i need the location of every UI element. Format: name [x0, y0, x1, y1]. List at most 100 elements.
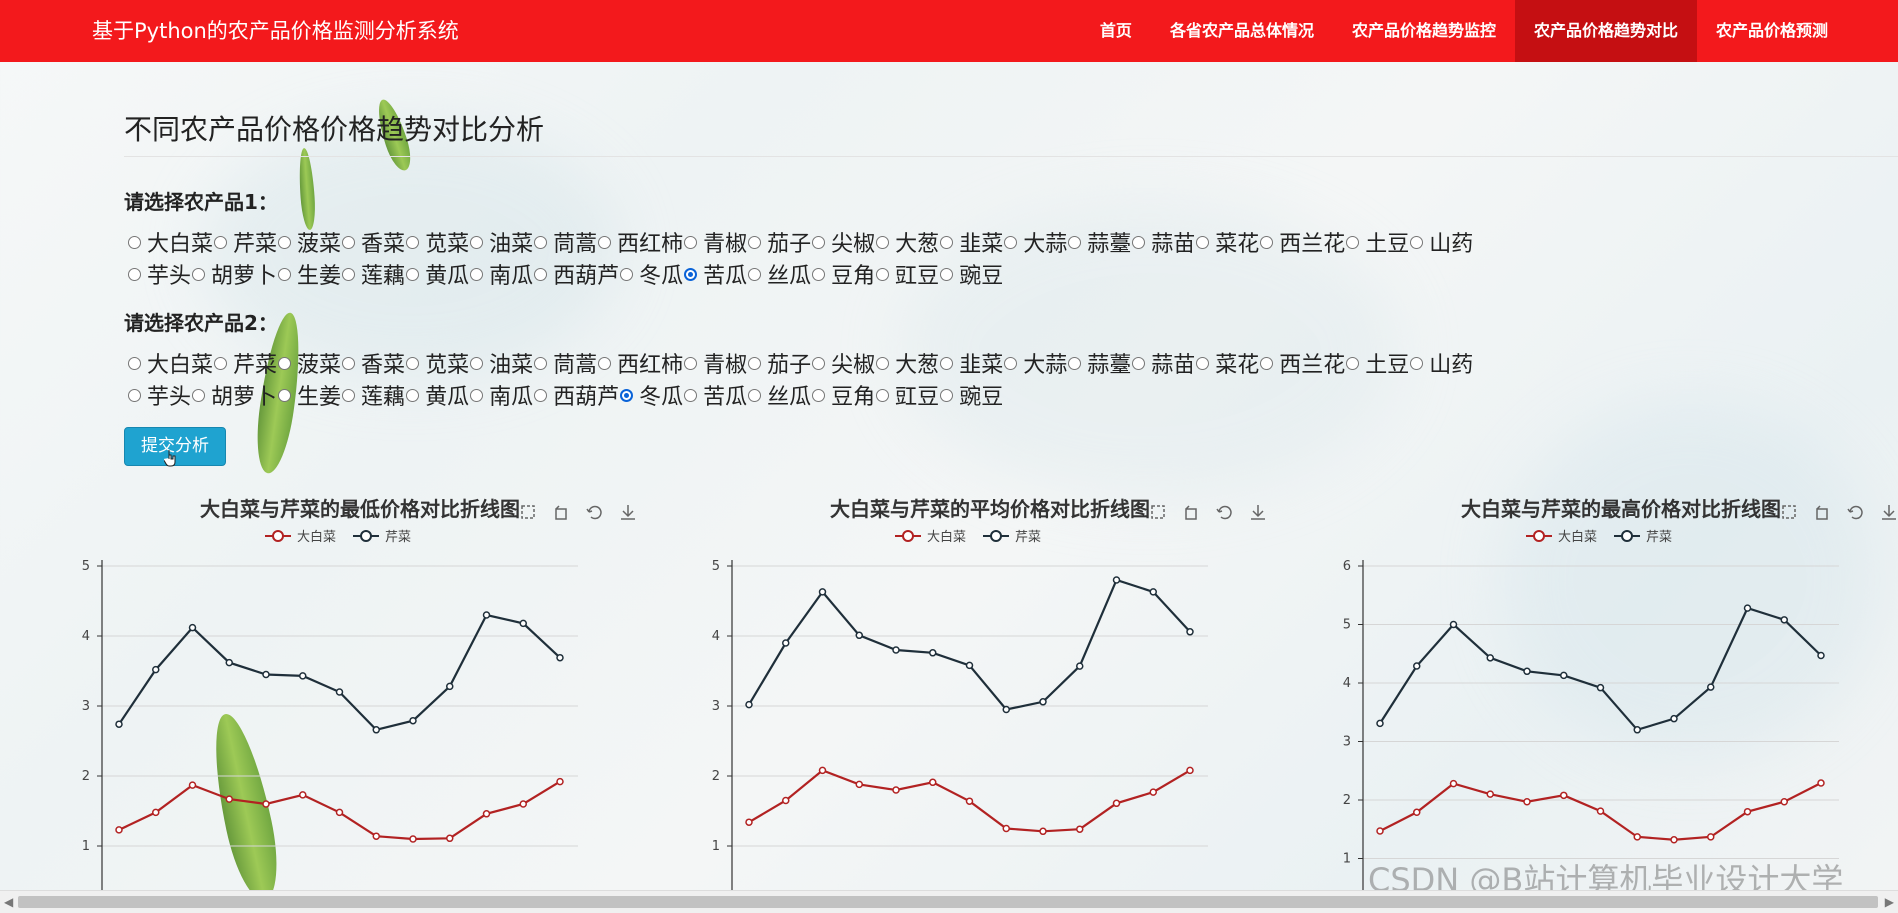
option-label[interactable]: 苦瓜 — [703, 379, 747, 411]
download-icon[interactable] — [1251, 505, 1265, 520]
nav-item-province-overview[interactable]: 各省农产品总体情况 — [1151, 0, 1333, 62]
data-point[interactable] — [929, 649, 937, 657]
radio-button[interactable] — [1132, 356, 1146, 370]
product1-option[interactable]: 大白菜 — [128, 226, 213, 258]
horizontal-scrollbar[interactable]: ◀ ▶ — [0, 890, 1898, 913]
option-label[interactable]: 油菜 — [489, 347, 533, 379]
product2-option[interactable]: 青椒 — [684, 347, 747, 379]
data-point[interactable] — [1449, 620, 1458, 629]
option-label[interactable]: 西葫芦 — [553, 258, 619, 290]
radio-button[interactable] — [876, 356, 890, 370]
option-label[interactable]: 土豆 — [1365, 347, 1409, 379]
data-point[interactable] — [1112, 799, 1121, 808]
product2-option[interactable]: 生姜 — [278, 379, 341, 411]
scrollbar-thumb[interactable] — [18, 896, 1878, 908]
radio-button[interactable] — [278, 388, 292, 402]
product1-option[interactable]: 苋菜 — [406, 226, 469, 258]
option-label[interactable]: 黄瓜 — [425, 258, 469, 290]
nav-item-price-trend-monitor[interactable]: 农产品价格趋势监控 — [1333, 0, 1515, 62]
product1-option[interactable]: 西兰花 — [1260, 226, 1345, 258]
zoom-reset-icon[interactable] — [555, 505, 567, 520]
data-point[interactable] — [1743, 604, 1752, 612]
data-point[interactable] — [1413, 808, 1421, 817]
data-point[interactable] — [446, 682, 454, 691]
radio-button[interactable] — [748, 235, 762, 249]
product2-option[interactable]: 菜花 — [1196, 347, 1259, 379]
data-point[interactable] — [1817, 779, 1825, 787]
data-point[interactable] — [1707, 683, 1715, 691]
radio-button[interactable] — [684, 388, 698, 402]
product1-option[interactable]: 莲藕 — [342, 258, 405, 290]
radio-button[interactable] — [278, 235, 292, 249]
refresh-icon[interactable] — [586, 505, 602, 520]
product2-option[interactable]: 豆角 — [812, 379, 875, 411]
option-label[interactable]: 茼蒿 — [553, 347, 597, 379]
data-point[interactable] — [335, 688, 344, 696]
radio-button[interactable] — [748, 388, 762, 402]
nav-item-price-trend-compare[interactable]: 农产品价格趋势对比 — [1514, 0, 1697, 62]
radio-button[interactable] — [684, 356, 698, 370]
radio-button[interactable] — [940, 235, 954, 249]
option-label[interactable]: 香菜 — [361, 347, 405, 379]
data-point[interactable] — [855, 631, 863, 640]
data-point[interactable] — [409, 716, 417, 725]
radio-button[interactable] — [1260, 235, 1274, 249]
option-label[interactable]: 胡萝卜 — [211, 258, 277, 290]
product1-option[interactable]: 山药 — [1410, 226, 1473, 258]
radio-button[interactable] — [748, 267, 762, 281]
option-label[interactable]: 山药 — [1429, 226, 1473, 258]
option-label[interactable]: 豆角 — [831, 379, 875, 411]
data-point[interactable] — [225, 795, 233, 803]
zoom-icon[interactable] — [1151, 505, 1165, 519]
data-point[interactable] — [1039, 698, 1047, 706]
option-label[interactable]: 丝瓜 — [767, 379, 811, 411]
data-point[interactable] — [818, 766, 827, 775]
radio-button[interactable] — [278, 356, 292, 370]
data-point[interactable] — [115, 720, 123, 728]
data-point[interactable] — [1560, 791, 1568, 800]
option-label[interactable]: 尖椒 — [831, 226, 875, 258]
product2-option[interactable]: 尖椒 — [812, 347, 875, 379]
data-point[interactable] — [1076, 662, 1084, 670]
option-label[interactable]: 芹菜 — [233, 347, 277, 379]
radio-button[interactable] — [1068, 356, 1082, 370]
option-label[interactable]: 西葫芦 — [553, 379, 619, 411]
product1-option[interactable]: 土豆 — [1346, 226, 1409, 258]
option-label[interactable]: 大蒜 — [1023, 226, 1067, 258]
scroll-left-icon[interactable]: ◀ — [4, 895, 13, 909]
option-label[interactable]: 山药 — [1429, 347, 1473, 379]
option-label[interactable]: 大蒜 — [1023, 347, 1067, 379]
data-point[interactable] — [115, 826, 123, 834]
legend-item[interactable]: 大白菜 — [1526, 529, 1597, 545]
product1-option[interactable]: 大葱 — [876, 226, 939, 258]
legend-item[interactable]: 大白菜 — [895, 529, 966, 545]
legend-item[interactable]: 芹菜 — [1614, 530, 1672, 545]
option-label[interactable]: 南瓜 — [489, 379, 533, 411]
radio-button[interactable] — [470, 235, 484, 249]
option-label[interactable]: 芋头 — [147, 258, 191, 290]
data-point[interactable] — [1780, 798, 1788, 806]
radio-button[interactable] — [1346, 356, 1360, 370]
data-point[interactable] — [818, 588, 827, 596]
option-label[interactable]: 大白菜 — [147, 347, 213, 379]
data-point[interactable] — [1707, 833, 1715, 841]
radio-button[interactable] — [812, 388, 826, 402]
option-label[interactable]: 莲藕 — [361, 379, 405, 411]
data-point[interactable] — [1376, 719, 1384, 728]
data-point[interactable] — [855, 780, 863, 789]
data-point[interactable] — [1186, 766, 1194, 775]
radio-button[interactable] — [534, 235, 548, 249]
product1-option[interactable]: 茼蒿 — [534, 226, 597, 258]
option-label[interactable]: 苦瓜 — [703, 258, 747, 290]
option-label[interactable]: 西红柿 — [617, 226, 683, 258]
radio-button[interactable] — [812, 356, 826, 370]
data-point[interactable] — [1076, 825, 1084, 833]
radio-button[interactable] — [406, 388, 420, 402]
data-point[interactable] — [482, 611, 491, 619]
option-label[interactable]: 豆角 — [831, 258, 875, 290]
radio-button[interactable] — [192, 267, 206, 281]
radio-button[interactable] — [278, 267, 292, 281]
data-point[interactable] — [965, 661, 974, 670]
radio-button[interactable] — [876, 235, 890, 249]
product1-option[interactable]: 豆角 — [812, 258, 875, 290]
